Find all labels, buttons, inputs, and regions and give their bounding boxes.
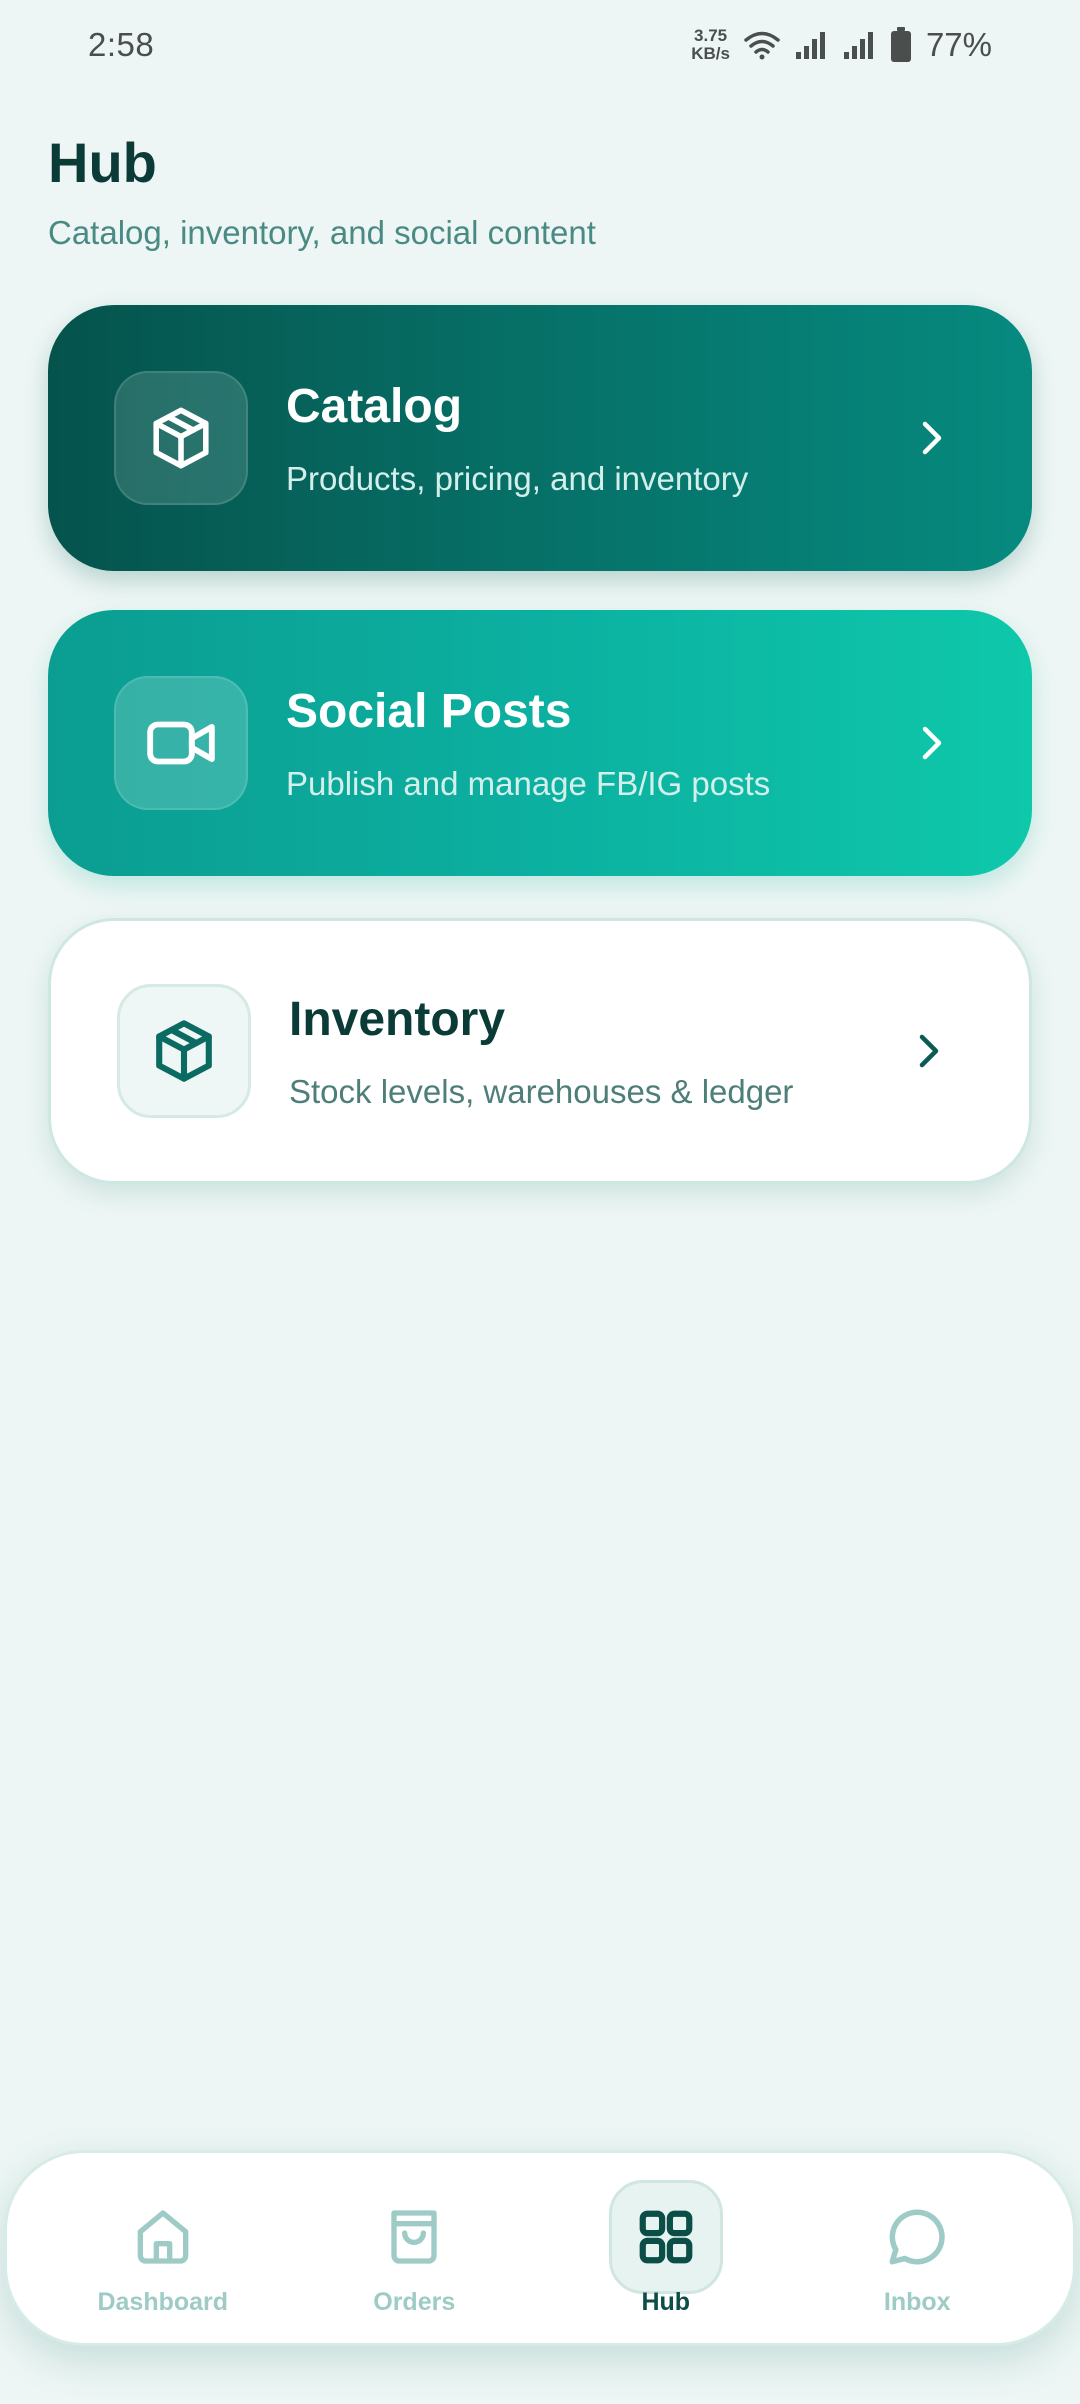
shopping-bag-icon (391, 2209, 437, 2264)
inventory-card-title: Inventory (289, 992, 506, 1046)
catalog-card[interactable]: Catalog Products, pricing, and inventory (48, 305, 1032, 571)
video-icon (147, 721, 215, 765)
grid-icon (639, 2210, 693, 2263)
nav-label-hub: Hub (641, 2287, 691, 2316)
nav-inbox-icon-wrap (860, 2180, 974, 2294)
nav-item-dashboard[interactable]: Dashboard (63, 2180, 263, 2317)
nav-label-orders: Orders (373, 2287, 456, 2316)
battery-icon (890, 27, 912, 63)
page-subtitle: Catalog, inventory, and social content (48, 214, 596, 251)
network-speed: 3.75 KB/s (691, 27, 730, 63)
inventory-card-text: Inventory Stock levels, warehouses & led… (289, 992, 909, 1111)
chevron-right-icon (912, 723, 952, 763)
nav-item-hub[interactable]: Hub (566, 2179, 766, 2317)
network-speed-value: 3.75 (694, 26, 728, 45)
status-bar: 2:58 3.75 KB/s 77% (0, 0, 1080, 90)
status-icons: 3.75 KB/s 77% (691, 26, 992, 64)
social-posts-card[interactable]: Social Posts Publish and manage FB/IG po… (48, 610, 1032, 876)
nav-item-inbox[interactable]: Inbox (817, 2180, 1017, 2317)
nav-orders-icon-wrap (357, 2180, 471, 2294)
nav-hub-icon-wrap (608, 2179, 723, 2294)
inventory-card-description: Stock levels, warehouses & ledger (289, 1072, 794, 1110)
chevron-right-icon (912, 418, 952, 458)
page-title: Hub (48, 131, 157, 194)
nav-label-dashboard: Dashboard (97, 2287, 229, 2316)
status-time: 2:58 (88, 26, 155, 63)
battery-percent: 77% (925, 26, 992, 63)
social-posts-card-title: Social Posts (286, 684, 572, 738)
social-posts-card-description: Publish and manage FB/IG posts (286, 764, 771, 802)
catalog-card-title: Catalog (286, 379, 463, 433)
signal-icon (794, 30, 828, 60)
network-speed-unit: KB/s (691, 44, 730, 63)
nav-dashboard-icon-wrap (106, 2180, 220, 2294)
inventory-card[interactable]: Inventory Stock levels, warehouses & led… (48, 918, 1032, 1184)
social-posts-card-text: Social Posts Publish and manage FB/IG po… (286, 684, 912, 803)
signal-icon-2 (842, 30, 876, 60)
nav-label-inbox: Inbox (883, 2287, 951, 2316)
chat-bubble-icon (889, 2208, 945, 2264)
home-icon (137, 2209, 189, 2264)
social-posts-icon-box (114, 676, 248, 810)
bottom-navigation: Dashboard Orders Hub Inbox (4, 2150, 1076, 2346)
inventory-icon-box (117, 984, 251, 1118)
package-icon (153, 407, 209, 469)
chevron-right-icon (909, 1031, 949, 1071)
package-icon (156, 1020, 212, 1082)
wifi-icon (744, 30, 780, 60)
nav-item-orders[interactable]: Orders (314, 2180, 514, 2317)
catalog-card-description: Products, pricing, and inventory (286, 459, 749, 497)
catalog-icon-box (114, 371, 248, 505)
catalog-card-text: Catalog Products, pricing, and inventory (286, 379, 912, 498)
